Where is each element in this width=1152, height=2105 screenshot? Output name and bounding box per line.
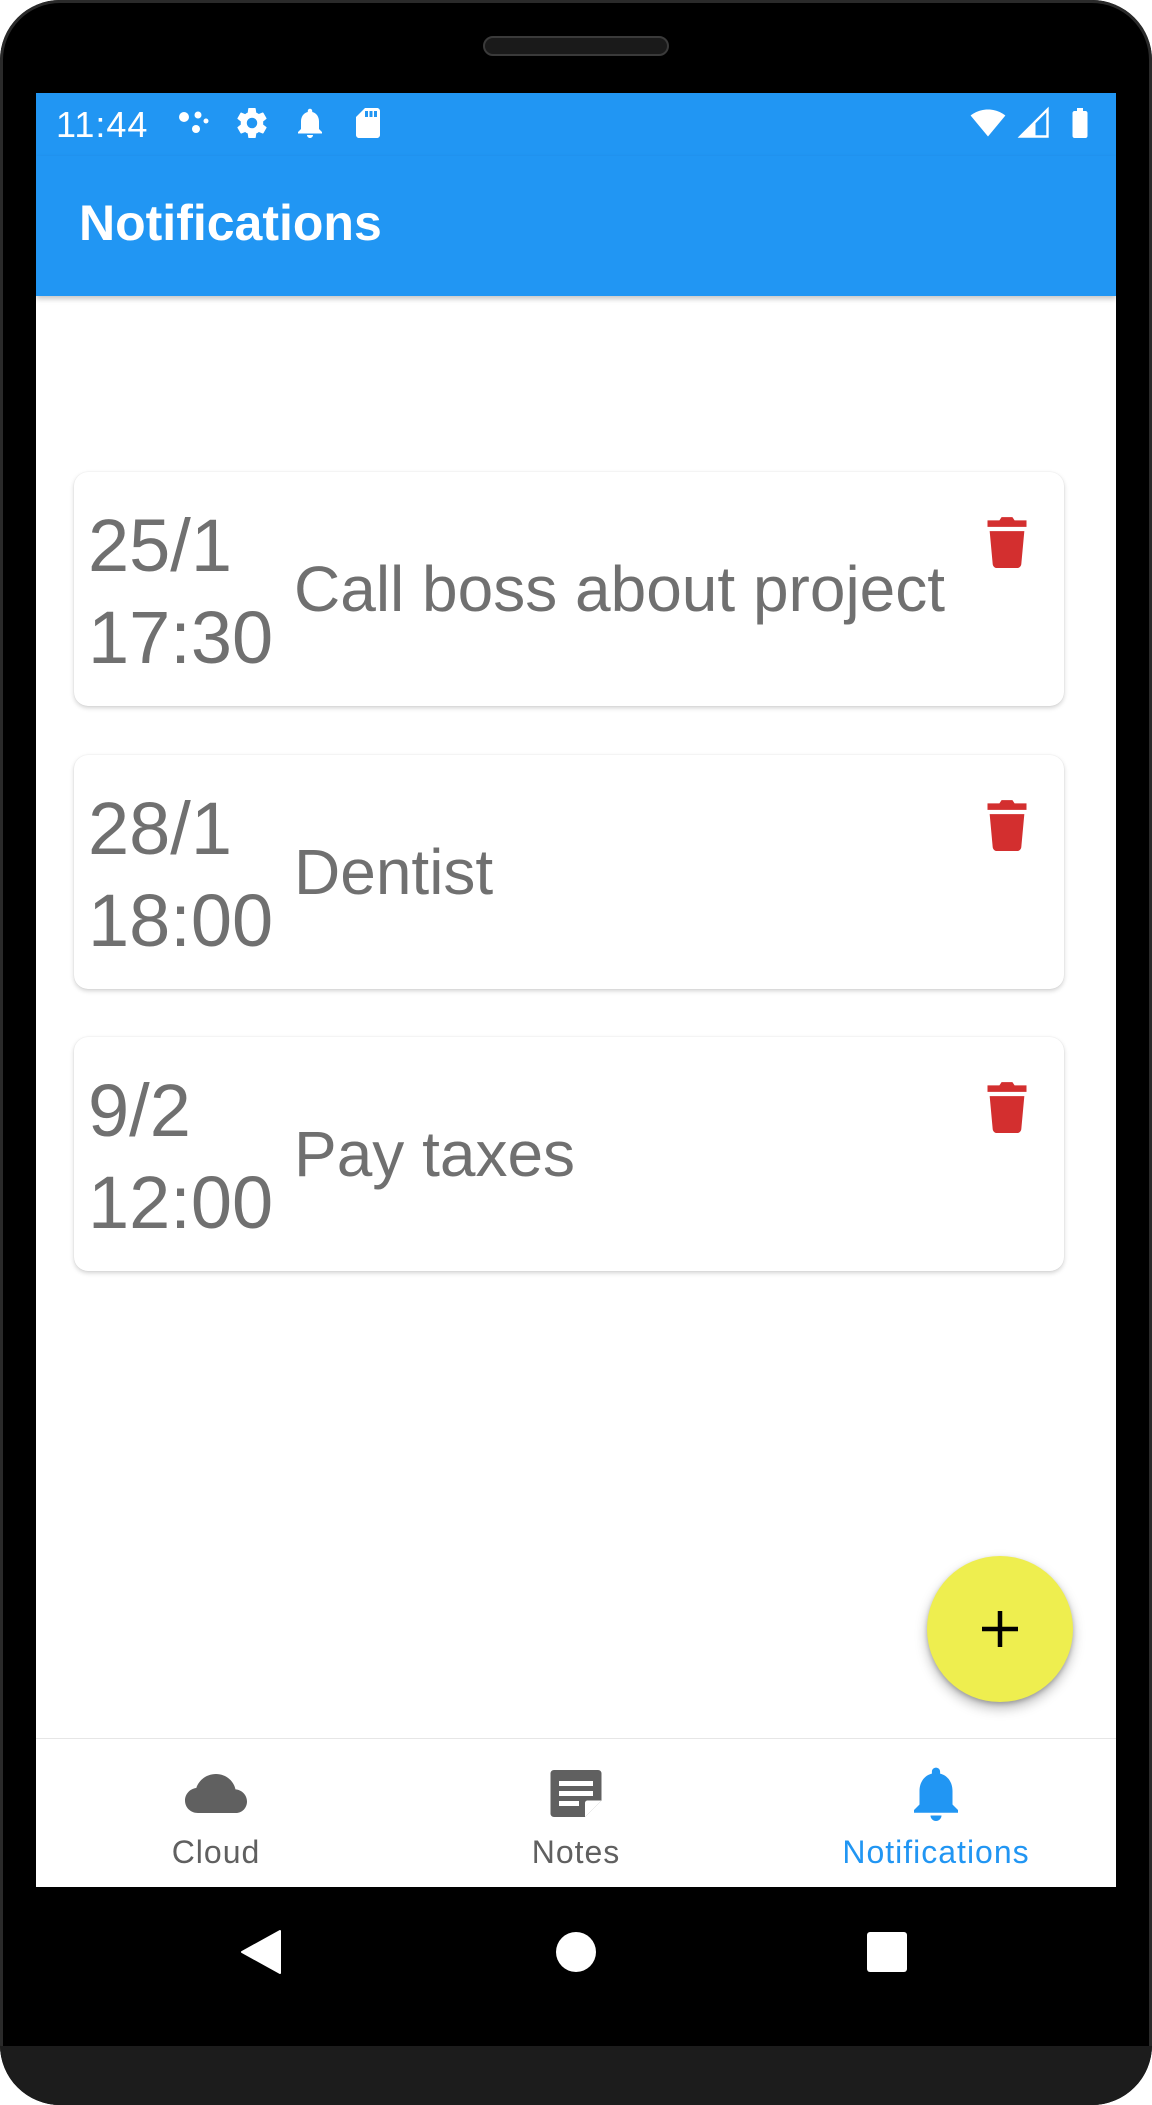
plus-icon	[982, 1611, 1018, 1647]
notification-datetime: 9/2 12:00	[88, 1065, 273, 1249]
earpiece-speaker	[483, 36, 669, 56]
status-bar: 11:44	[36, 93, 1116, 156]
nav-label-cloud: Cloud	[171, 1834, 261, 1870]
bell-icon	[914, 1767, 958, 1821]
notification-card[interactable]: 9/2 12:00 Pay taxes	[74, 1037, 1064, 1271]
app-bar: Notifications	[36, 156, 1116, 296]
notification-text: Pay taxes	[294, 1118, 576, 1190]
notification-datetime: 25/1 17:30	[88, 500, 273, 684]
trash-icon[interactable]	[984, 799, 1030, 851]
assistant-dots-icon	[179, 111, 209, 133]
notification-text: Call boss about project	[294, 553, 946, 625]
cloud-icon	[185, 1774, 247, 1813]
gear-icon	[237, 108, 267, 139]
device-bottom-frame	[0, 2046, 1152, 2105]
sd-card-icon	[356, 108, 380, 138]
trash-icon[interactable]	[984, 516, 1030, 568]
notification-card[interactable]: 28/1 18:00 Dentist	[74, 755, 1064, 989]
notification-datetime: 28/1 18:00	[88, 783, 273, 967]
battery-icon	[1072, 108, 1088, 138]
status-system-icons	[970, 105, 1098, 141]
notification-date: 28/1	[88, 787, 233, 870]
notification-time: 18:00	[88, 879, 274, 962]
cell-signal-icon	[1017, 106, 1049, 138]
nav-item-notes[interactable]: Notes	[396, 1739, 756, 1887]
add-notification-button[interactable]	[927, 1556, 1073, 1702]
notification-date: 9/2	[88, 1069, 191, 1152]
status-time: 11:44	[56, 104, 149, 145]
nav-label-notifications: Notifications	[842, 1834, 1030, 1870]
nav-item-notifications[interactable]: Notifications	[756, 1739, 1116, 1887]
trash-icon[interactable]	[984, 1081, 1030, 1133]
note-icon	[550, 1770, 602, 1817]
status-notification-icons	[176, 105, 386, 141]
notification-date: 25/1	[88, 504, 233, 587]
bell-icon	[298, 108, 322, 138]
page-title: Notifications	[79, 195, 382, 251]
bottom-navigation: Cloud Notes Notifications	[36, 1738, 1116, 1887]
notification-time: 12:00	[88, 1161, 274, 1244]
recents-icon[interactable]	[866, 1931, 908, 1973]
notification-time: 17:30	[88, 596, 274, 679]
nav-item-cloud[interactable]: Cloud	[36, 1739, 396, 1887]
app-screen: 11:44 Notifications 25/1 17:30 Call boss…	[36, 93, 1116, 1887]
notification-card[interactable]: 25/1 17:30 Call boss about project	[74, 472, 1064, 706]
phone-device: 11:44 Notifications 25/1 17:30 Call boss…	[0, 0, 1152, 2105]
back-icon[interactable]	[240, 1929, 282, 1975]
system-navigation-bar	[0, 1887, 1152, 2046]
home-icon[interactable]	[555, 1931, 597, 1973]
wifi-icon	[970, 109, 1006, 137]
notification-text: Dentist	[294, 836, 494, 908]
nav-label-notes: Notes	[531, 1834, 621, 1870]
